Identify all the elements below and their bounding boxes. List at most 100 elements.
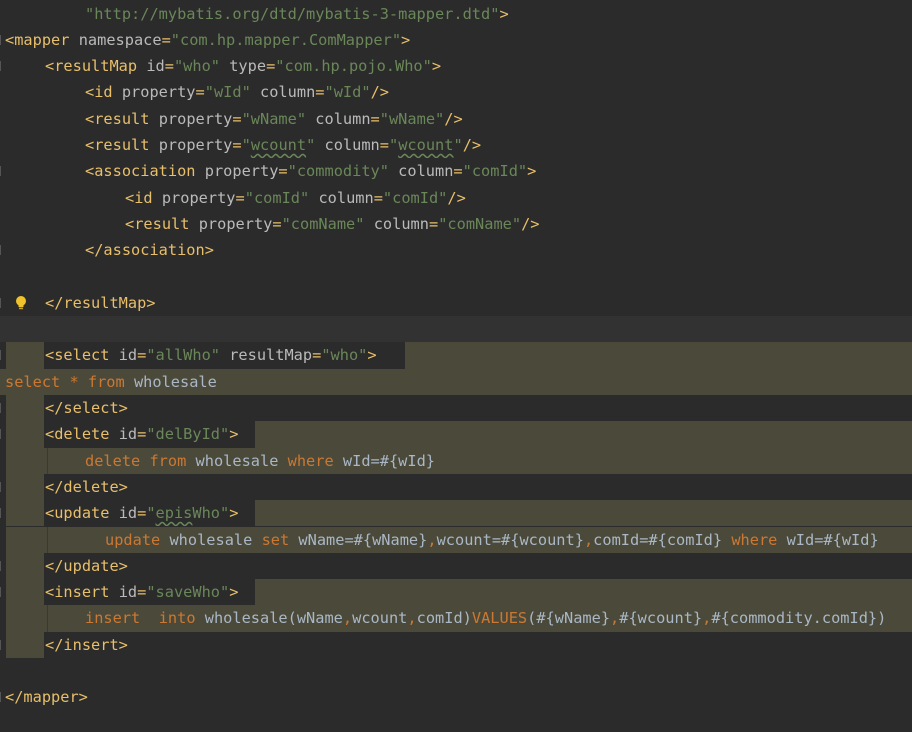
- fold-marker-icon[interactable]: [0, 429, 5, 440]
- code-token: "wName": [379, 109, 445, 128]
- code-line[interactable]: <insert id="saveWho">: [0, 579, 912, 606]
- code-token: column: [318, 188, 374, 207]
- code-token: =: [137, 583, 147, 602]
- code-line[interactable]: <id property="comId" column="comId"/>: [0, 185, 912, 211]
- fold-marker-icon[interactable]: [0, 297, 5, 308]
- fold-marker-icon[interactable]: [0, 350, 5, 361]
- code-line[interactable]: </mapper>: [0, 684, 912, 710]
- code-token: wholesale: [133, 372, 217, 391]
- code-line[interactable]: delete from wholesale where wId=#{wId}: [0, 447, 912, 474]
- fold-marker-icon[interactable]: [0, 560, 5, 571]
- code-text: <resultMap id="who" type="com.hp.pojo.Wh…: [45, 53, 441, 79]
- code-token: *: [69, 372, 88, 391]
- fold-marker-icon[interactable]: [0, 481, 5, 492]
- fold-marker-icon[interactable]: [0, 587, 5, 598]
- code-token: =: [315, 83, 325, 102]
- code-token: <id: [85, 83, 122, 102]
- code-token: <delete: [45, 425, 119, 444]
- code-text: </mapper>: [5, 684, 88, 710]
- code-line[interactable]: [0, 658, 912, 684]
- code-text: </select>: [45, 395, 128, 421]
- code-token: property: [204, 162, 279, 181]
- code-text: insert into wholesale(wName,wcount,comId…: [85, 605, 886, 631]
- code-token: "allWho": [146, 346, 230, 365]
- code-token: "wId": [204, 83, 261, 102]
- code-line[interactable]: insert into wholesale(wName,wcount,comId…: [0, 605, 912, 632]
- code-token: wId=#{wId}: [342, 451, 436, 470]
- code-token: =: [428, 214, 439, 233]
- code-token: wcount: [250, 136, 307, 154]
- indent-guide: [47, 605, 48, 632]
- code-line[interactable]: <result property="comName" column="comNa…: [0, 211, 912, 237]
- intention-bulb-icon[interactable]: [15, 295, 27, 311]
- code-token: namespace: [78, 30, 162, 49]
- code-token: wName=#{wName}: [298, 530, 428, 549]
- code-token: </association>: [85, 241, 214, 260]
- code-token: <result: [125, 214, 199, 233]
- code-token: ": [453, 136, 463, 154]
- fold-marker-icon[interactable]: [0, 61, 5, 72]
- fold-marker-icon[interactable]: [0, 639, 5, 650]
- code-token: comId=#{comId}: [593, 530, 732, 549]
- code-line[interactable]: <id property="wId" column="wId"/>: [0, 79, 912, 105]
- code-line[interactable]: <association property="commodity" column…: [0, 158, 912, 184]
- code-token: <select: [45, 346, 119, 365]
- code-token: wholesale(wName: [204, 609, 343, 628]
- fold-marker-icon[interactable]: [0, 245, 5, 256]
- code-token: <result: [85, 136, 159, 154]
- code-token: =: [161, 30, 171, 49]
- code-token: <result: [85, 109, 159, 128]
- code-token: />: [370, 83, 389, 102]
- code-token: </mapper>: [5, 688, 88, 707]
- code-line[interactable]: <delete id="delById">: [0, 421, 912, 448]
- code-token: =: [137, 504, 147, 523]
- code-line[interactable]: </update>: [0, 552, 912, 580]
- code-token: =: [373, 188, 383, 207]
- code-token: property: [158, 109, 233, 128]
- language-injection-highlight: [6, 395, 44, 422]
- fold-marker-icon[interactable]: [0, 508, 5, 519]
- code-token: =: [232, 136, 242, 154]
- code-text: <result property="comName" column="comNa…: [125, 211, 540, 237]
- code-line[interactable]: <result property="wcount" column="wcount…: [0, 132, 912, 158]
- code-token: wcount: [352, 609, 408, 628]
- code-line[interactable]: <result property="wName" column="wName"/…: [0, 106, 912, 132]
- code-line[interactable]: <mapper namespace="com.hp.mapper.ComMapp…: [0, 27, 912, 53]
- fold-marker-icon[interactable]: [0, 692, 5, 703]
- code-token: <resultMap: [45, 57, 147, 76]
- code-line[interactable]: update wholesale set wName=#{wName},wcou…: [0, 526, 912, 553]
- code-line[interactable]: [0, 316, 912, 343]
- code-token: id: [118, 504, 138, 523]
- code-token: >: [431, 57, 442, 76]
- code-token: delete: [85, 451, 150, 470]
- code-token: column: [373, 214, 429, 233]
- code-token: comId): [416, 609, 472, 628]
- code-token: ,: [702, 609, 712, 628]
- code-token: =: [379, 136, 389, 154]
- code-token: =: [272, 214, 282, 233]
- code-line[interactable]: <resultMap id="who" type="com.hp.pojo.Wh…: [0, 53, 912, 79]
- code-line[interactable]: </delete>: [0, 473, 912, 501]
- fold-marker-icon[interactable]: [0, 34, 5, 45]
- fold-marker-icon[interactable]: [0, 166, 5, 177]
- code-line[interactable]: </select>: [0, 395, 912, 422]
- code-text: select * from wholesale: [5, 369, 217, 395]
- code-token: wcount: [398, 136, 454, 154]
- code-line[interactable]: <update id="episWho">: [0, 500, 912, 527]
- code-line[interactable]: </resultMap>: [0, 290, 912, 316]
- code-token: =: [370, 109, 380, 128]
- code-token: "com.hp.pojo.Who": [275, 57, 432, 76]
- code-token: ,: [610, 609, 620, 628]
- code-editor[interactable]: "http://mybatis.org/dtd/mybatis-3-mapper…: [0, 0, 912, 732]
- code-line[interactable]: "http://mybatis.org/dtd/mybatis-3-mapper…: [0, 1, 912, 27]
- fold-marker-icon[interactable]: [0, 403, 5, 413]
- code-text: update wholesale set wName=#{wName},wcou…: [105, 527, 879, 553]
- code-line[interactable]: </association>: [0, 237, 912, 263]
- code-line[interactable]: </insert>: [0, 631, 912, 658]
- code-line[interactable]: select * from wholesale: [0, 368, 912, 395]
- code-token: ,: [342, 609, 353, 628]
- language-injection-highlight: [6, 631, 44, 658]
- code-line[interactable]: [0, 264, 912, 290]
- code-line[interactable]: <select id="allWho" resultMap="who">: [0, 342, 912, 369]
- code-text: "http://mybatis.org/dtd/mybatis-3-mapper…: [85, 1, 509, 27]
